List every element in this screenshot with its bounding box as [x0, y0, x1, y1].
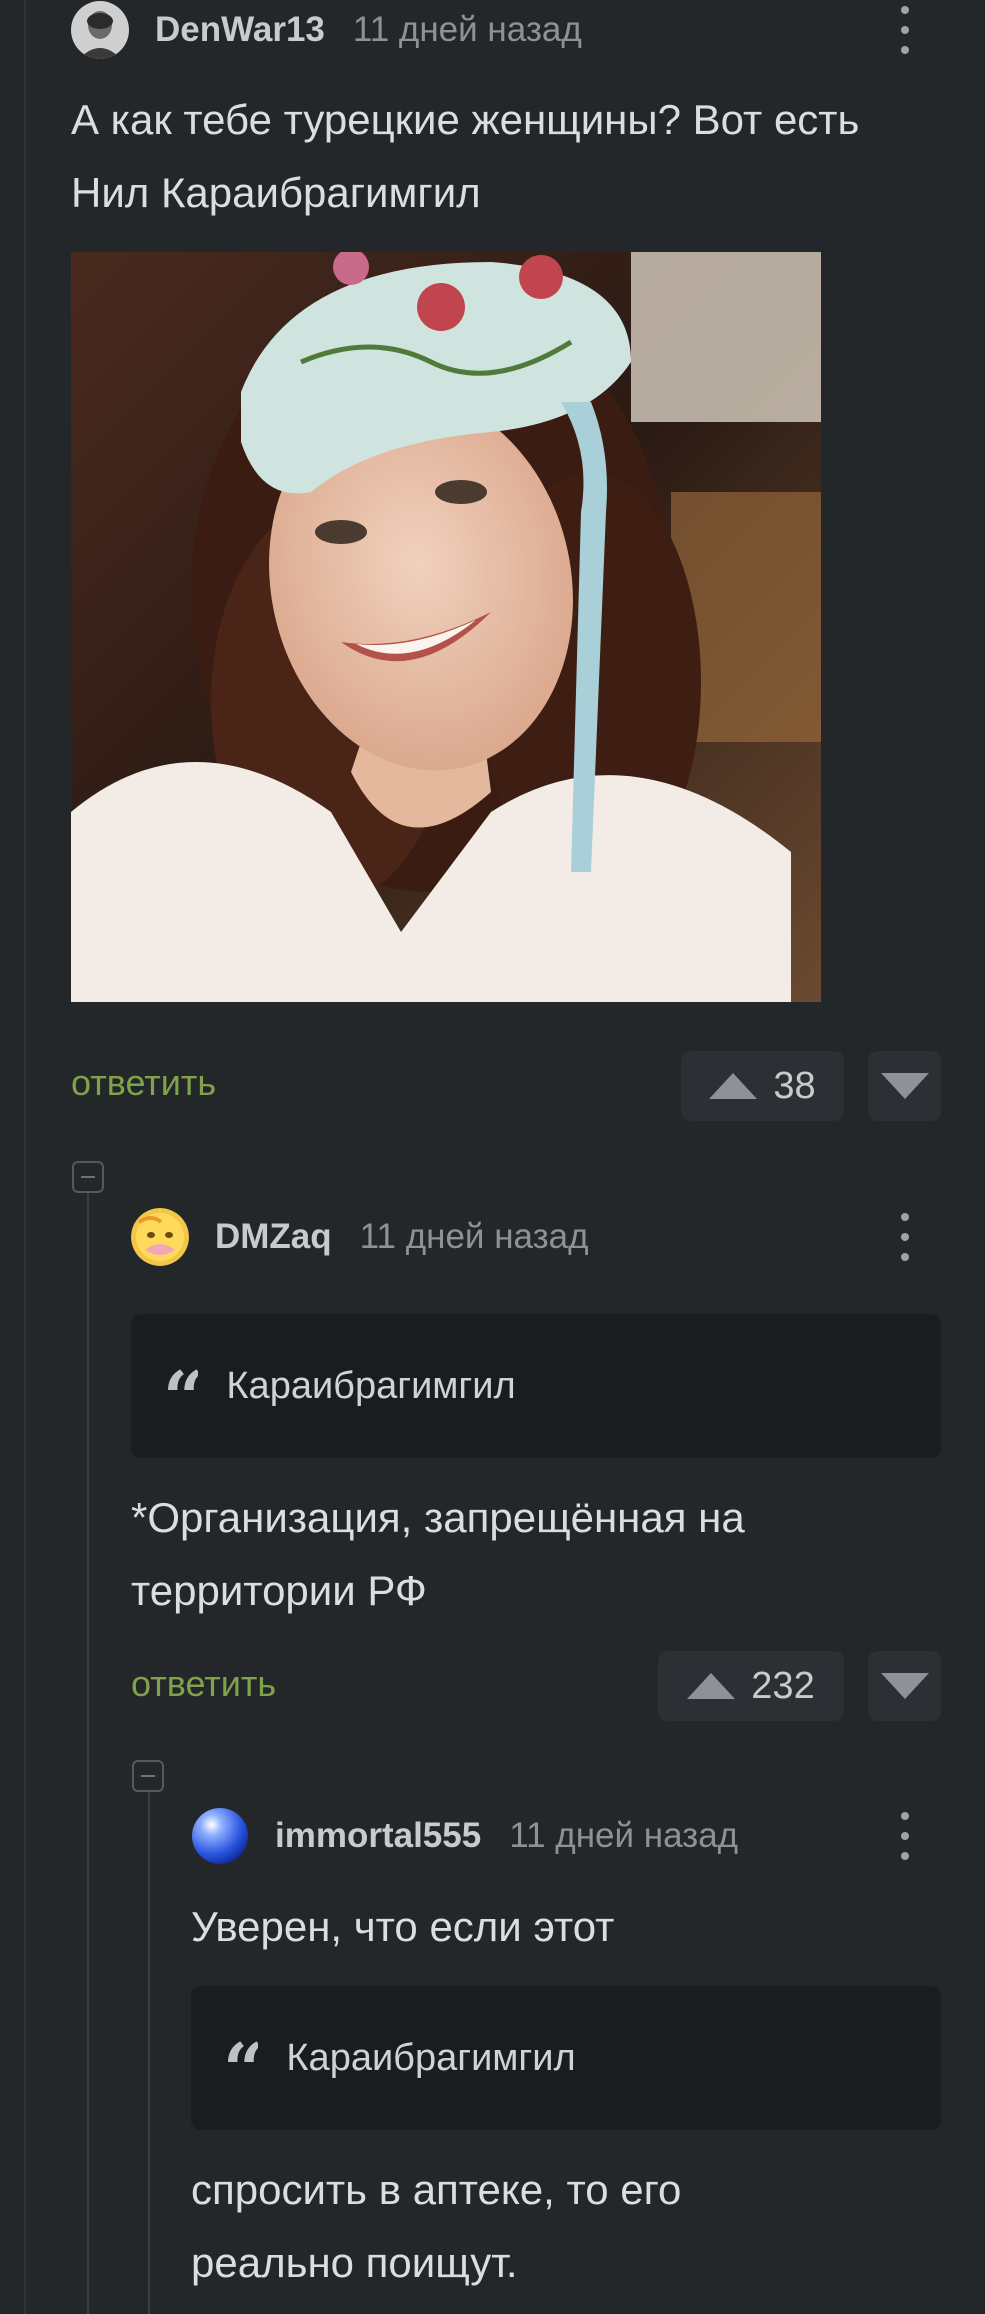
thread-line-level-1	[87, 1192, 89, 2314]
comment-text: спросить в аптеке, то его реально поищут…	[191, 2166, 682, 2286]
timestamp: 11 дней назад	[509, 1816, 739, 1855]
more-options-icon[interactable]	[885, 1207, 925, 1267]
vote-count: 232	[751, 1664, 815, 1707]
comment-header: immortal555 11 дней назад	[191, 1806, 738, 1866]
comment-header: DenWar13 11 дней назад	[71, 0, 582, 60]
reply-link[interactable]: ответить	[71, 1062, 216, 1104]
upvote-button[interactable]: 232	[658, 1651, 844, 1721]
comment-header: DMZaq 11 дней назад	[131, 1207, 589, 1267]
username[interactable]: DMZaq	[215, 1217, 332, 1257]
reply-link[interactable]: ответить	[131, 1663, 276, 1705]
arrow-down-icon	[880, 1673, 929, 1699]
arrow-down-icon	[880, 1073, 929, 1099]
arrow-up-icon	[709, 1073, 758, 1099]
more-options-icon[interactable]	[885, 1806, 925, 1866]
quote-text: Караибрагимгил	[226, 1364, 516, 1407]
quote-text: Караибрагимгил	[286, 2036, 576, 2079]
collapse-thread-button[interactable]	[132, 1760, 164, 1792]
quote-block: “ Караибрагимгил	[191, 1986, 941, 2130]
vote-count: 38	[773, 1064, 816, 1107]
username[interactable]: immortal555	[275, 1816, 481, 1856]
comment-text: А как тебе турецкие женщины? Вот есть Ни…	[71, 96, 860, 216]
timestamp: 11 дней назад	[359, 1217, 589, 1256]
downvote-button[interactable]	[868, 1051, 941, 1121]
blue-sphere-avatar[interactable]	[191, 1807, 249, 1865]
quote-icon: “	[223, 2034, 259, 2082]
user-photo-avatar[interactable]	[71, 1, 129, 59]
thread-line-level-2	[148, 1792, 150, 2314]
upvote-button[interactable]: 38	[681, 1051, 844, 1121]
quote-block: “ Караибрагимгил	[131, 1314, 941, 1458]
quote-icon: “	[163, 1362, 199, 1410]
thread-line-root	[24, 0, 26, 2314]
emoji-avatar[interactable]	[131, 1208, 189, 1266]
downvote-button[interactable]	[868, 1651, 941, 1721]
timestamp: 11 дней назад	[352, 10, 582, 49]
arrow-up-icon	[687, 1673, 736, 1699]
collapse-thread-button[interactable]	[72, 1161, 104, 1193]
comment-image[interactable]	[71, 252, 821, 1002]
comment-text: *Организация, запрещённая на территории …	[131, 1494, 745, 1614]
comment-text: Уверен, что если этот	[191, 1903, 615, 1950]
username[interactable]: DenWar13	[155, 10, 325, 50]
more-options-icon[interactable]	[885, 0, 925, 60]
